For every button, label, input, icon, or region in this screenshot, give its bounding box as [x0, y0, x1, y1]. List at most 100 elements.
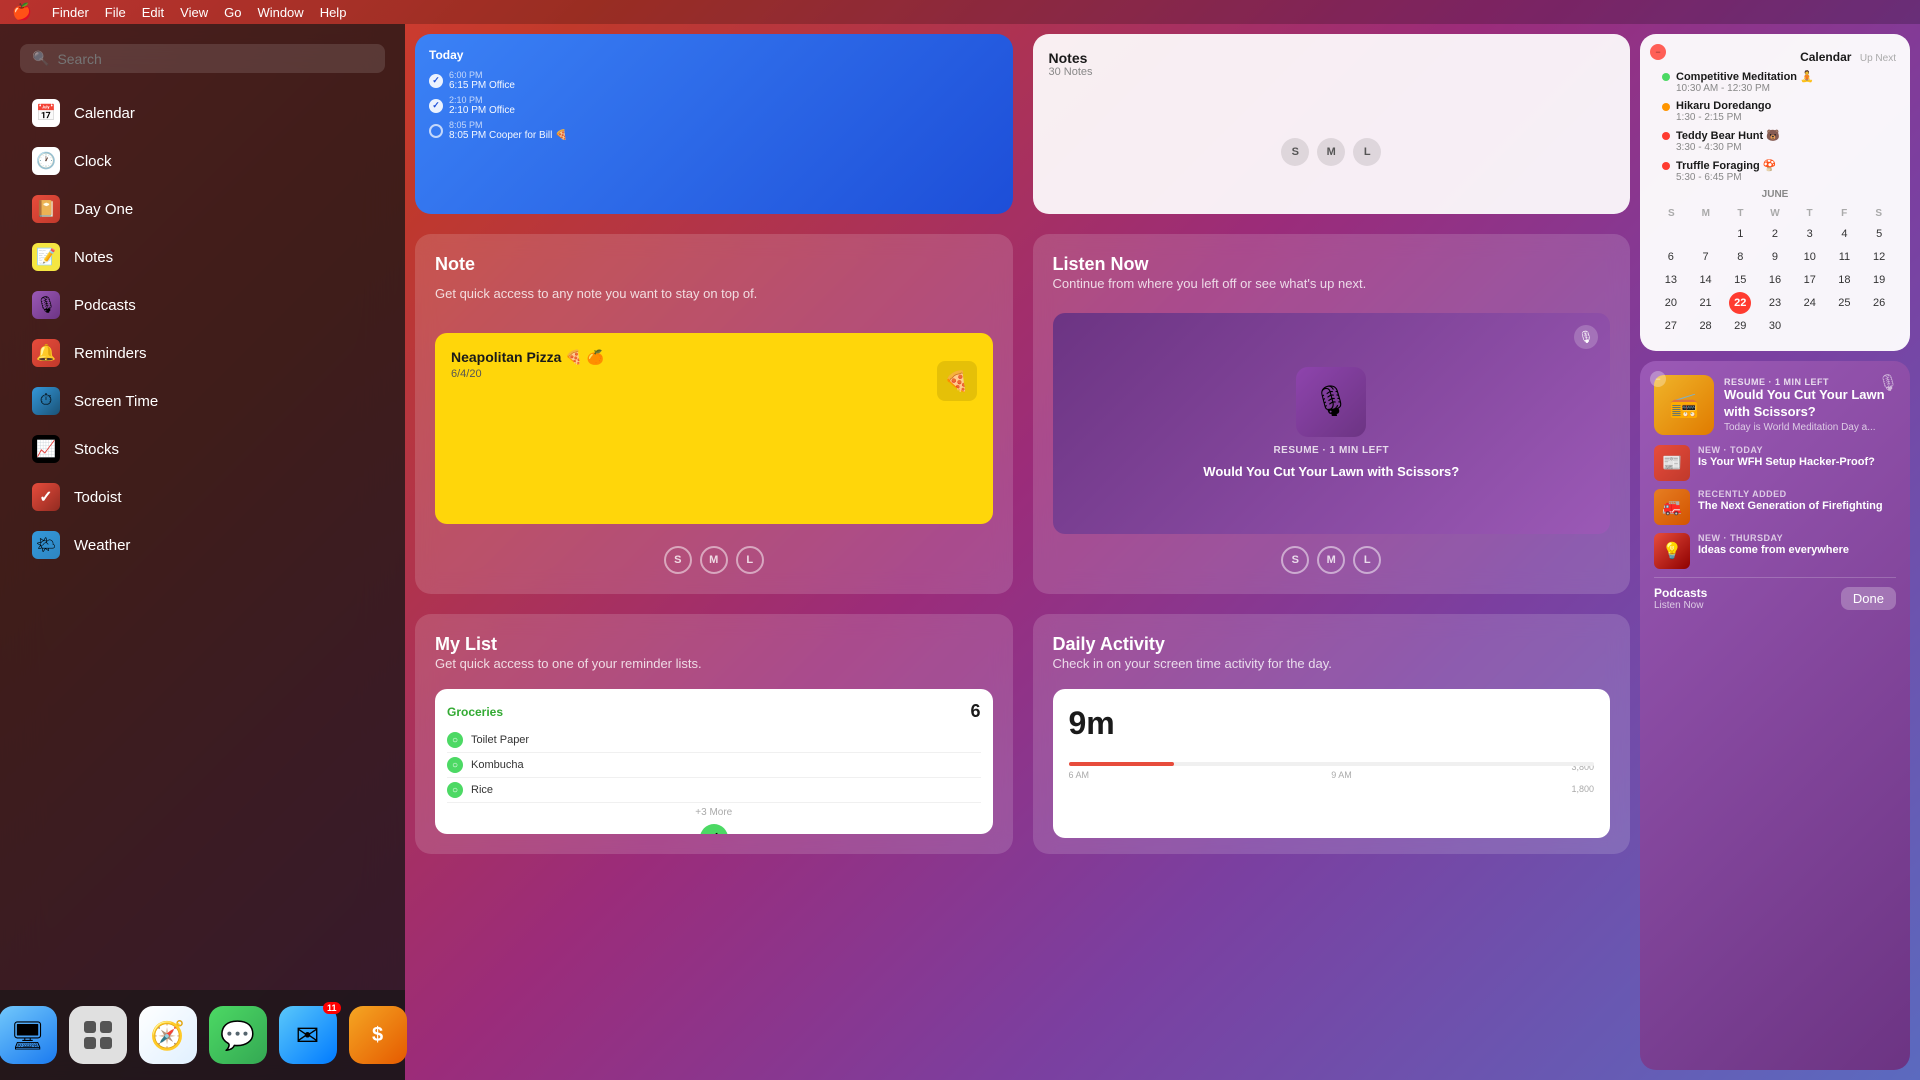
menubar-go[interactable]: Go	[224, 5, 241, 20]
note-card[interactable]: 🍕 Neapolitan Pizza 🍕 🍊 6/4/20	[435, 333, 993, 524]
podcast-list-tag-3: NEW · THURSDAY	[1698, 533, 1849, 543]
search-input[interactable]	[57, 51, 373, 67]
listen-size-m[interactable]: M	[1317, 546, 1345, 574]
center-panel: Today 6:00 PM 6:15 PM Office 2:10 PM 2:1…	[405, 24, 1640, 1080]
todo-check-3[interactable]	[429, 124, 443, 138]
cal-day-14[interactable]: 13	[1660, 269, 1682, 291]
menubar-view[interactable]: View	[180, 5, 208, 20]
sidebar-item-todoist[interactable]: ✓ Todoist	[8, 473, 397, 521]
podcast-card[interactable]: 🎙 🎙 RESUME · 1 MIN LEFT Would You Cut Yo…	[1053, 313, 1611, 534]
cal-day-18[interactable]: 17	[1799, 269, 1821, 291]
menubar-edit[interactable]: Edit	[142, 5, 164, 20]
todo-check-1[interactable]	[429, 74, 443, 88]
podcast-list-thumb-1: 📰	[1654, 445, 1690, 481]
cal-day-2[interactable]: 1	[1729, 223, 1751, 245]
notes-icon: 📝	[32, 243, 60, 271]
cal-day-21[interactable]: 20	[1660, 292, 1682, 314]
cal-day-9[interactable]: 8	[1729, 246, 1751, 268]
menubar-help[interactable]: Help	[320, 5, 347, 20]
sidebar-item-stocks[interactable]: 📈 Stocks	[8, 425, 397, 473]
cal-day-6[interactable]: 5	[1868, 223, 1890, 245]
menubar-file[interactable]: File	[105, 5, 126, 20]
sidebar-label-podcasts: Podcasts	[74, 297, 136, 314]
notes-size-l[interactable]: L	[1353, 138, 1381, 166]
list-item-2: ○ Kombucha	[447, 753, 981, 778]
cal-day-23[interactable]: 22	[1729, 292, 1751, 314]
calendar-close[interactable]: −	[1650, 44, 1666, 60]
sidebar-item-notes[interactable]: 📝 Notes	[8, 233, 397, 281]
todo-check-2[interactable]	[429, 99, 443, 113]
cal-day-26[interactable]: 25	[1833, 292, 1855, 314]
sidebar-item-podcasts[interactable]: 🎙 Podcasts	[8, 281, 397, 329]
sidebar-item-screentime[interactable]: ⏱ Screen Time	[8, 377, 397, 425]
apple-menu[interactable]: 🍎	[12, 2, 32, 22]
sidebar-item-clock[interactable]: 🕐 Clock	[8, 137, 397, 185]
list-item-text-1: Toilet Paper	[471, 734, 529, 746]
cal-day-22[interactable]: 21	[1695, 292, 1717, 314]
dock-messages[interactable]: 💬	[209, 1006, 267, 1064]
cal-day-19[interactable]: 18	[1833, 269, 1855, 291]
done-button[interactable]: Done	[1841, 587, 1896, 610]
mail-badge: 11	[323, 1002, 341, 1014]
cal-day-28[interactable]: 27	[1660, 315, 1682, 337]
notes-size-m[interactable]: M	[1317, 138, 1345, 166]
cal-day-3[interactable]: 2	[1764, 223, 1786, 245]
note-section-title: Note	[435, 254, 993, 275]
cal-day-17[interactable]: 16	[1764, 269, 1786, 291]
todoist-icon: ✓	[32, 483, 60, 511]
listen-size-s[interactable]: S	[1281, 546, 1309, 574]
note-size-s[interactable]: S	[664, 546, 692, 574]
cal-day-20[interactable]: 19	[1868, 269, 1890, 291]
dock-finder[interactable]: 🖥	[0, 1006, 57, 1064]
cal-header-4: T	[1792, 208, 1827, 219]
cal-day-27[interactable]: 26	[1868, 292, 1890, 314]
sidebar-label-weather: Weather	[74, 537, 130, 554]
cal-header-2: T	[1723, 208, 1758, 219]
weather-icon: 🌤	[32, 531, 60, 559]
cal-day-4[interactable]: 3	[1799, 223, 1821, 245]
sidebar-item-reminders[interactable]: 🔔 Reminders	[8, 329, 397, 377]
podcast-logo: 🎙	[1296, 367, 1366, 437]
sidebar-item-weather[interactable]: 🌤 Weather	[8, 521, 397, 569]
sidebar-item-dayone[interactable]: 📔 Day One	[8, 185, 397, 233]
cal-day-8[interactable]: 7	[1695, 246, 1717, 268]
sidebar-item-calendar[interactable]: 📅 Calendar	[8, 89, 397, 137]
notes-size-selector: S M L	[1049, 138, 1615, 166]
cal-day-30[interactable]: 29	[1729, 315, 1751, 337]
podcast-title: Would You Cut Your Lawn with Scissors?	[1203, 464, 1459, 481]
cal-day-33	[1833, 315, 1855, 337]
cal-day-12[interactable]: 11	[1833, 246, 1855, 268]
cal-day-29[interactable]: 28	[1695, 315, 1717, 337]
dock-mail[interactable]: ✉ 11	[279, 1006, 337, 1064]
cal-day-7[interactable]: 6	[1660, 246, 1682, 268]
menubar-window[interactable]: Window	[257, 5, 303, 20]
widget-row-mid: Note Get quick access to any note you wa…	[405, 224, 1640, 604]
cal-event-time-2: 1:30 - 2:15 PM	[1676, 112, 1896, 123]
activity-labels: 6 AM 9 AM	[1069, 770, 1595, 780]
search-bar[interactable]: 🔍	[20, 44, 385, 73]
note-size-l[interactable]: L	[736, 546, 764, 574]
menubar-finder[interactable]: Finder	[52, 5, 89, 20]
note-size-m[interactable]: M	[700, 546, 728, 574]
cal-day-5[interactable]: 4	[1833, 223, 1855, 245]
dock-money[interactable]: $	[349, 1006, 407, 1064]
activity-desc: Check in on your screen time activity fo…	[1053, 655, 1611, 673]
cal-day-25[interactable]: 24	[1799, 292, 1821, 314]
calendar-icon: 📅	[32, 99, 60, 127]
list-app-icon: ✓	[700, 824, 728, 834]
cal-day-10[interactable]: 9	[1764, 246, 1786, 268]
cal-day-15[interactable]: 14	[1695, 269, 1717, 291]
dock-launchpad[interactable]	[69, 1006, 127, 1064]
list-header: Groceries 6	[447, 701, 981, 722]
listen-size-l[interactable]: L	[1353, 546, 1381, 574]
cal-day-24[interactable]: 23	[1764, 292, 1786, 314]
cal-day-31[interactable]: 30	[1764, 315, 1786, 337]
cal-day-13[interactable]: 12	[1868, 246, 1890, 268]
todo-item-1: 6:00 PM 6:15 PM Office	[429, 70, 999, 91]
notes-size-s[interactable]: S	[1281, 138, 1309, 166]
dock-safari[interactable]: 🧭	[139, 1006, 197, 1064]
cal-day-16[interactable]: 15	[1729, 269, 1751, 291]
podcasts-close[interactable]: −	[1650, 371, 1666, 387]
cal-day-11[interactable]: 10	[1799, 246, 1821, 268]
cal-month: JUNE	[1654, 189, 1896, 200]
